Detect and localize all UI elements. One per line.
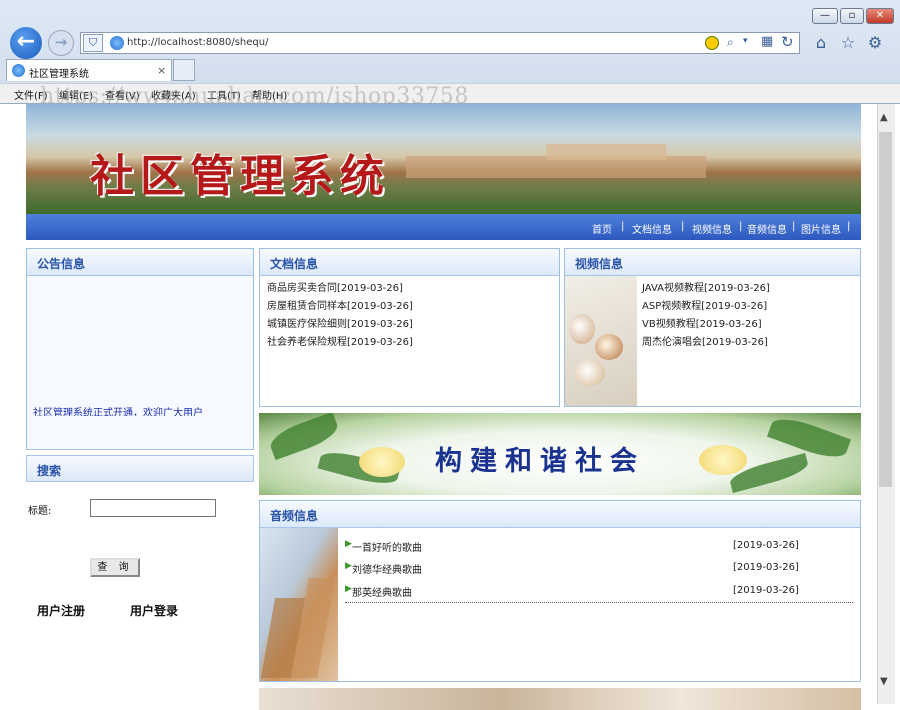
notice-marquee[interactable]: 社区管理系统正式开通，欢迎广大用户	[33, 404, 249, 416]
flower-shape	[699, 445, 747, 475]
audio-item-date: [2019-03-26]	[733, 562, 799, 573]
bullet-arrow-icon: ▶	[345, 561, 352, 571]
maximize-button[interactable]: ▫	[840, 8, 864, 24]
audio-item-title[interactable]: 一首好听的歌曲	[352, 539, 422, 554]
audio-item-title[interactable]: 刘德华经典歌曲	[352, 561, 422, 576]
slogan-text: 构建和谐社会	[435, 446, 645, 477]
documents-header: 文档信息	[260, 249, 559, 276]
tab-favicon-icon	[12, 64, 25, 77]
browser-tab[interactable]: 社区管理系统 ×	[6, 59, 172, 81]
shell-shape	[569, 314, 595, 344]
tab-close-icon[interactable]: ×	[157, 64, 166, 77]
bullet-arrow-icon: ▶	[345, 584, 352, 594]
video-item[interactable]: 周杰伦演唱会[2019-03-26]	[642, 333, 768, 348]
ie-page-icon	[110, 36, 124, 50]
leaf-shape	[766, 413, 852, 464]
minimize-button[interactable]: —	[812, 8, 838, 24]
shell-shape	[575, 360, 605, 386]
close-window-button[interactable]: ✕	[866, 8, 894, 24]
audio-item-title[interactable]: 那英经典歌曲	[352, 584, 412, 599]
scroll-up-icon[interactable]: ▲	[880, 112, 888, 123]
audio-heading: 音频信息	[270, 509, 319, 523]
shell-shape	[595, 334, 623, 360]
nav-audio[interactable]: 音频信息	[747, 221, 787, 236]
documents-heading: 文档信息	[270, 257, 319, 271]
dropdown-arrow-icon[interactable]: ▾	[743, 36, 748, 46]
audio-header: 音频信息	[260, 501, 860, 528]
address-bar[interactable]: ⛉ http://localhost:8080/shequ/ ⌕ ▾ ▦ ↻	[80, 32, 800, 54]
document-item[interactable]: 社会养老保险规程[2019-03-26]	[267, 333, 413, 348]
url-text[interactable]: http://localhost:8080/shequ/	[127, 37, 268, 48]
back-button[interactable]: ←	[8, 25, 44, 61]
nav-home[interactable]: 首页	[592, 221, 612, 236]
new-tab-button[interactable]	[173, 59, 195, 81]
nav-separator: |	[681, 221, 685, 232]
audio-item-date: [2019-03-26]	[733, 540, 799, 551]
notice-heading: 公告信息	[37, 257, 86, 271]
nav-separator: |	[621, 221, 625, 232]
register-link[interactable]: 用户注册	[37, 602, 85, 619]
compat-view-icon[interactable]: ⛉	[83, 34, 103, 52]
harmony-banner: 构建和谐社会	[259, 413, 861, 495]
bullet-arrow-icon: ▶	[345, 539, 352, 549]
tab-title: 社区管理系统	[29, 69, 89, 80]
favorites-star-icon[interactable]: ☆	[838, 33, 858, 53]
scrollbar-thumb[interactable]	[879, 132, 892, 487]
next-section-image	[259, 688, 861, 710]
site-banner: 社区管理系统	[26, 104, 861, 214]
forward-button[interactable]: →	[48, 30, 74, 56]
video-item[interactable]: VB视频教程[2019-03-26]	[642, 315, 762, 330]
search-button[interactable]: 查 询	[90, 558, 140, 577]
home-icon[interactable]: ⌂	[811, 33, 831, 53]
video-item[interactable]: JAVA视频教程[2019-03-26]	[642, 279, 770, 294]
refresh-icon[interactable]: ↻	[781, 33, 794, 51]
scroll-down-icon[interactable]: ▼	[880, 676, 888, 687]
nav-documents[interactable]: 文档信息	[632, 221, 672, 236]
search-title-input[interactable]	[90, 499, 216, 517]
document-item[interactable]: 房屋租赁合同样本[2019-03-26]	[267, 297, 413, 312]
addon-icon[interactable]	[705, 36, 719, 50]
videos-heading: 视频信息	[575, 257, 624, 271]
search-icon[interactable]: ⌕	[727, 35, 734, 50]
nav-separator: |	[847, 221, 851, 232]
nav-videos[interactable]: 视频信息	[692, 221, 732, 236]
videos-header: 视频信息	[565, 249, 860, 276]
video-thumbnail-image	[565, 276, 637, 406]
settings-gear-icon[interactable]: ⚙	[865, 33, 885, 53]
document-item[interactable]: 商品房买卖合同[2019-03-26]	[267, 279, 403, 294]
list-divider	[345, 602, 853, 603]
login-link[interactable]: 用户登录	[130, 602, 178, 619]
video-item[interactable]: ASP视频教程[2019-03-26]	[642, 297, 767, 312]
nav-separator: |	[739, 221, 743, 232]
compat-view-icon-2[interactable]: ▦	[761, 34, 773, 49]
document-item[interactable]: 城镇医疗保险细则[2019-03-26]	[267, 315, 413, 330]
notice-panel: 公告信息	[26, 248, 254, 450]
arrow-right-icon: →	[54, 33, 68, 51]
search-heading: 搜索	[37, 464, 62, 478]
banner-title: 社区管理系统	[90, 151, 390, 202]
audio-item-date: [2019-03-26]	[733, 585, 799, 596]
search-title-label: 标题:	[28, 506, 52, 517]
nav-separator: |	[792, 221, 796, 232]
flower-shape	[359, 447, 405, 477]
nav-images[interactable]: 图片信息	[801, 221, 841, 236]
audio-thumbnail-image	[260, 528, 338, 681]
main-nav: 首页 | 文档信息 | 视频信息 | 音频信息 | 图片信息 |	[26, 214, 861, 240]
banner-buildings-2	[546, 144, 666, 160]
notice-header: 公告信息	[27, 249, 253, 276]
arrow-left-icon: ←	[16, 29, 36, 54]
search-header: 搜索	[26, 455, 254, 482]
